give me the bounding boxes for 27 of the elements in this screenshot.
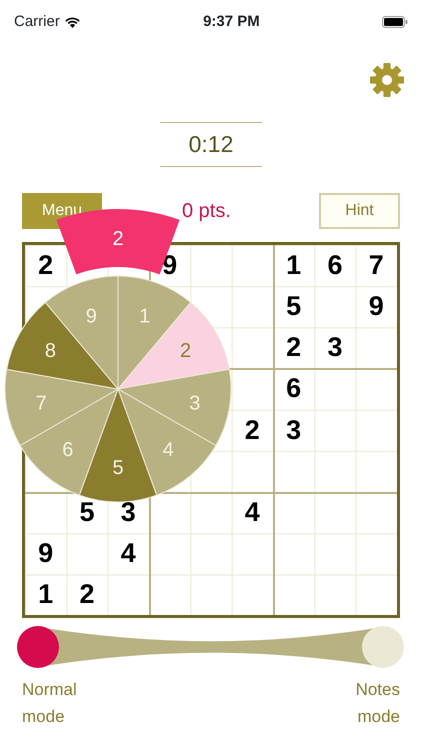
number-menu[interactable]: 5: [78, 388, 158, 502]
grid-cell[interactable]: 2: [66, 574, 108, 616]
grid-cell[interactable]: 9: [25, 532, 66, 574]
score-label: 0 pts.: [182, 198, 231, 224]
grid-cell[interactable]: 6: [314, 244, 356, 286]
wifi-icon: [64, 16, 81, 28]
grid-cell[interactable]: 5: [272, 286, 314, 327]
grid-cell[interactable]: 6: [272, 368, 314, 410]
grid-cell[interactable]: 3: [314, 326, 356, 368]
grid-cell[interactable]: 4: [232, 492, 273, 533]
grid-cell[interactable]: 2: [272, 326, 314, 368]
timer-display: 0:12: [160, 122, 262, 166]
grid-cell[interactable]: 4: [108, 532, 149, 574]
carrier-label: Carrier: [14, 12, 60, 32]
grid-cell[interactable]: 9: [356, 286, 397, 327]
grid-cell[interactable]: 7: [356, 244, 397, 286]
grid-cell[interactable]: 1: [272, 244, 314, 286]
grid-cell[interactable]: 1: [25, 574, 66, 616]
mode-toggle[interactable]: [17, 624, 405, 670]
mode-label[interactable]: Notes mode: [330, 676, 400, 730]
hint-button[interactable]: Hint: [319, 192, 400, 228]
grid-cell[interactable]: 3: [272, 409, 314, 450]
mode-label[interactable]: Normal mode: [22, 676, 92, 730]
settings-icon[interactable]: [370, 63, 404, 97]
grid-cell[interactable]: 2: [232, 409, 273, 450]
status-time: 9:37 PM: [203, 12, 260, 32]
battery-icon: [382, 16, 408, 28]
